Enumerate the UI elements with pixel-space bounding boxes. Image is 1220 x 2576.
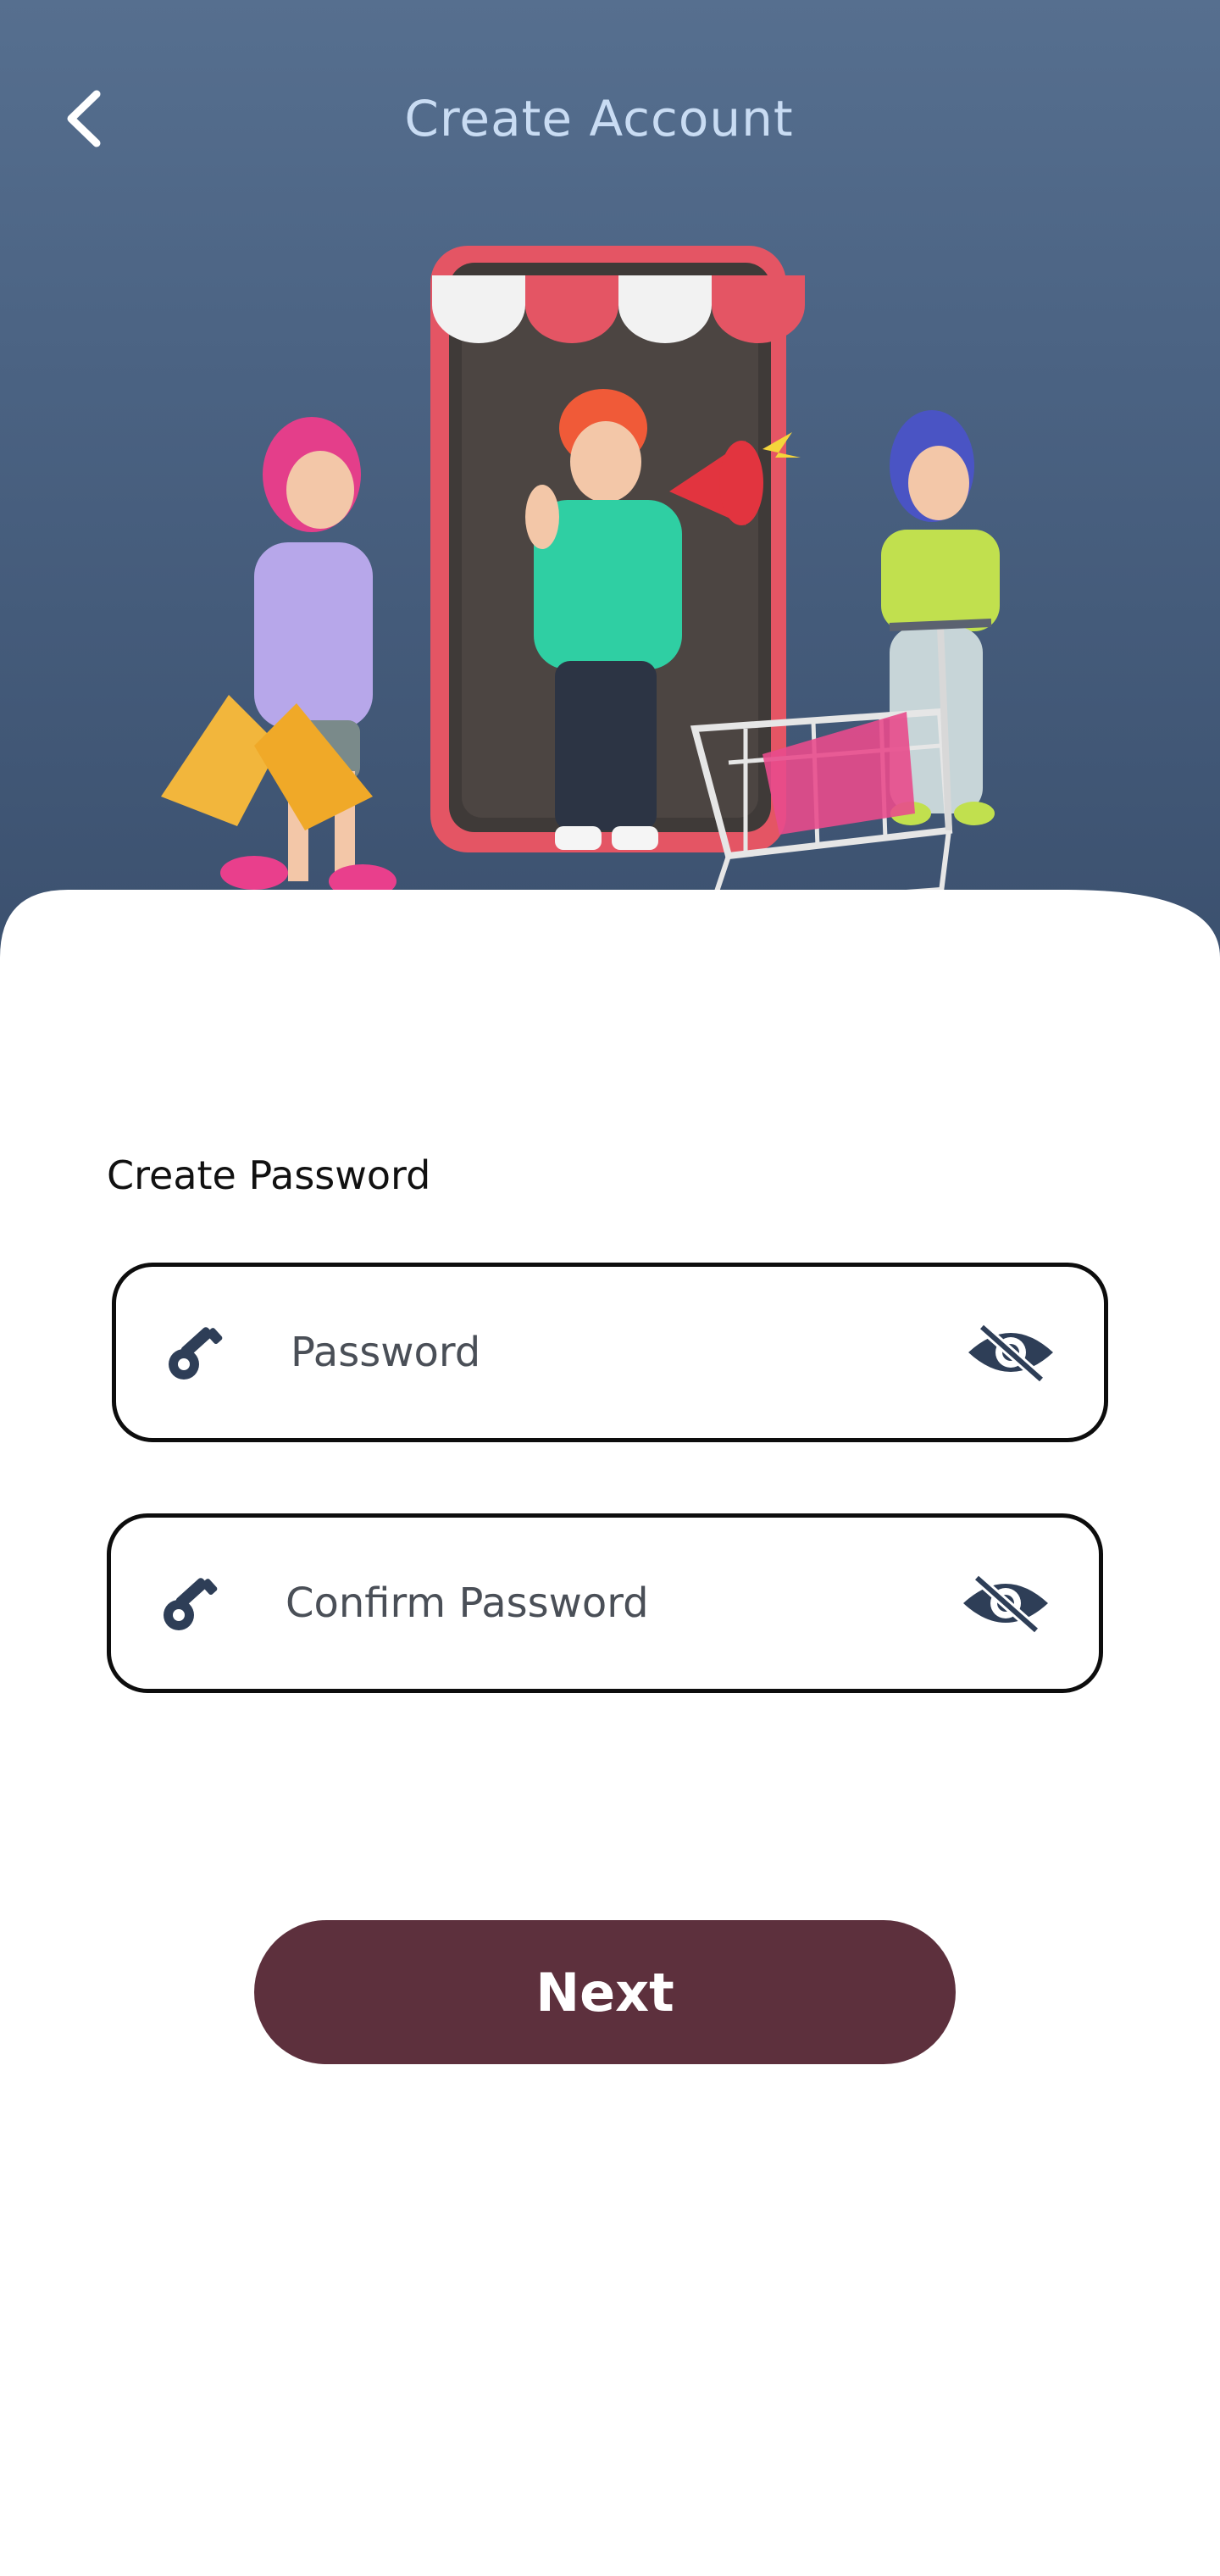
next-button[interactable]: Next	[254, 1920, 956, 2064]
password-field[interactable]	[112, 1263, 1108, 1442]
shopping-illustration	[161, 246, 1000, 958]
password-input[interactable]	[289, 1313, 936, 1391]
content-sheet	[0, 890, 1220, 2576]
confirm-password-field[interactable]	[107, 1513, 1103, 1693]
eye-slash-icon[interactable]	[958, 1571, 1053, 1635]
page-title: Create Account	[404, 90, 794, 147]
key-icon	[169, 1327, 223, 1380]
header-banner: Create Account	[0, 0, 1220, 1017]
create-password-label: Create Password	[107, 1152, 431, 1198]
eye-slash-icon[interactable]	[963, 1320, 1058, 1385]
key-icon	[164, 1578, 218, 1630]
woman-with-bags-image	[161, 417, 396, 898]
confirm-password-input[interactable]	[284, 1564, 931, 1642]
